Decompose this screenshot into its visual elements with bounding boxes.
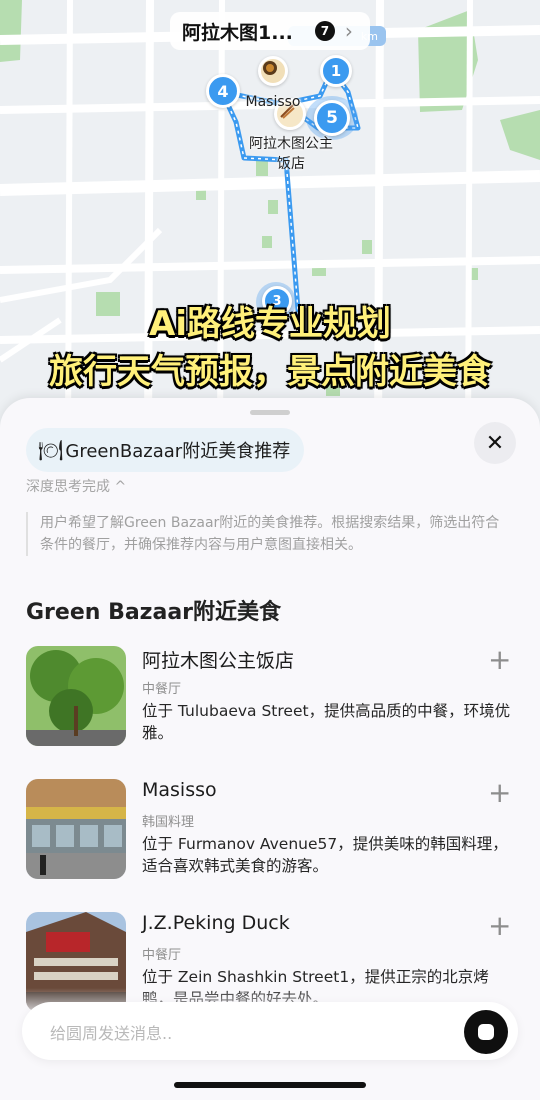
map-pin-4[interactable]: 4	[206, 74, 240, 108]
chevron-right-icon: ›	[344, 19, 353, 43]
restaurant-category: 韩国料理	[142, 815, 195, 830]
map-pin-1[interactable]: 1	[320, 55, 352, 87]
thinking-status-toggle[interactable]: 深度思考完成 ^	[26, 476, 126, 496]
query-chip: 🍽 GreenBazaar附近美食推荐	[26, 428, 305, 472]
promo-banner-line1: Ai路线专业规划	[149, 304, 391, 344]
map-label-restaurant: 阿拉木图公主 饭店	[249, 136, 333, 172]
add-button[interactable]: +	[488, 912, 511, 940]
promo-banner-line2: 旅行天气预报，景点附近美食	[49, 352, 491, 392]
restaurant-description: 位于 Tulubaeva Street，提供高品质的中餐，环境优雅。	[142, 702, 511, 742]
bowl-icon	[263, 61, 277, 75]
map-pin-5[interactable]: 5	[314, 100, 350, 136]
restaurant-category: 中餐厅	[142, 682, 182, 697]
map-view[interactable]: km 阿拉木图1... 7 › 1 4 5 3 Masisso 阿拉木图公主 饭…	[0, 0, 540, 440]
sheet-grabber[interactable]	[250, 410, 290, 415]
stop-count-badge: 7	[314, 21, 335, 41]
restaurant-name: 阿拉木图公主饭店	[142, 650, 295, 672]
query-chip-label: GreenBazaar附近美食推荐	[65, 441, 291, 462]
stop-button[interactable]	[464, 1010, 508, 1054]
restaurant-photo	[26, 779, 126, 879]
restaurant-description: 位于 Furmanov Avenue57，提供美味的韩国料理，适合喜欢韩式美食的…	[142, 835, 508, 875]
thought-text: 用户希望了解Green Bazaar附近的美食推荐。根据搜索结果，筛选出符合条件…	[26, 512, 506, 556]
message-input[interactable]: 给圆周发送消息..	[50, 1020, 172, 1044]
route-title-bar[interactable]: 阿拉木图1... 7 ›	[170, 12, 370, 50]
message-input-bar[interactable]: 给圆周发送消息..	[22, 1002, 518, 1060]
close-icon: ✕	[485, 430, 505, 456]
restaurant-category: 中餐厅	[142, 948, 182, 963]
map-label-masisso: Masisso	[245, 94, 301, 110]
add-button[interactable]: +	[488, 646, 511, 674]
add-button[interactable]: +	[488, 779, 511, 807]
stop-icon	[478, 1024, 494, 1040]
restaurant-card[interactable]: Masisso 韩国料理 位于 Furmanov Avenue57，提供美味的韩…	[26, 779, 516, 889]
close-button[interactable]: ✕	[474, 422, 516, 464]
restaurant-name: Masisso	[142, 779, 217, 801]
restaurant-card[interactable]: 阿拉木图公主饭店 中餐厅 位于 Tulubaeva Street，提供高品质的中…	[26, 646, 516, 756]
plate-cutlery-icon: 🍽	[38, 438, 64, 462]
food-pin-bowl[interactable]	[258, 56, 288, 86]
section-title: Green Bazaar附近美食	[26, 600, 282, 625]
restaurant-name: J.Z.Peking Duck	[142, 912, 290, 934]
route-title: 阿拉木图1...	[182, 21, 293, 44]
restaurant-photo	[26, 646, 126, 746]
bottom-sheet: 🍽 GreenBazaar附近美食推荐 ✕ 深度思考完成 ^ 用户希望了解Gre…	[0, 398, 540, 1100]
home-indicator[interactable]	[174, 1082, 366, 1088]
